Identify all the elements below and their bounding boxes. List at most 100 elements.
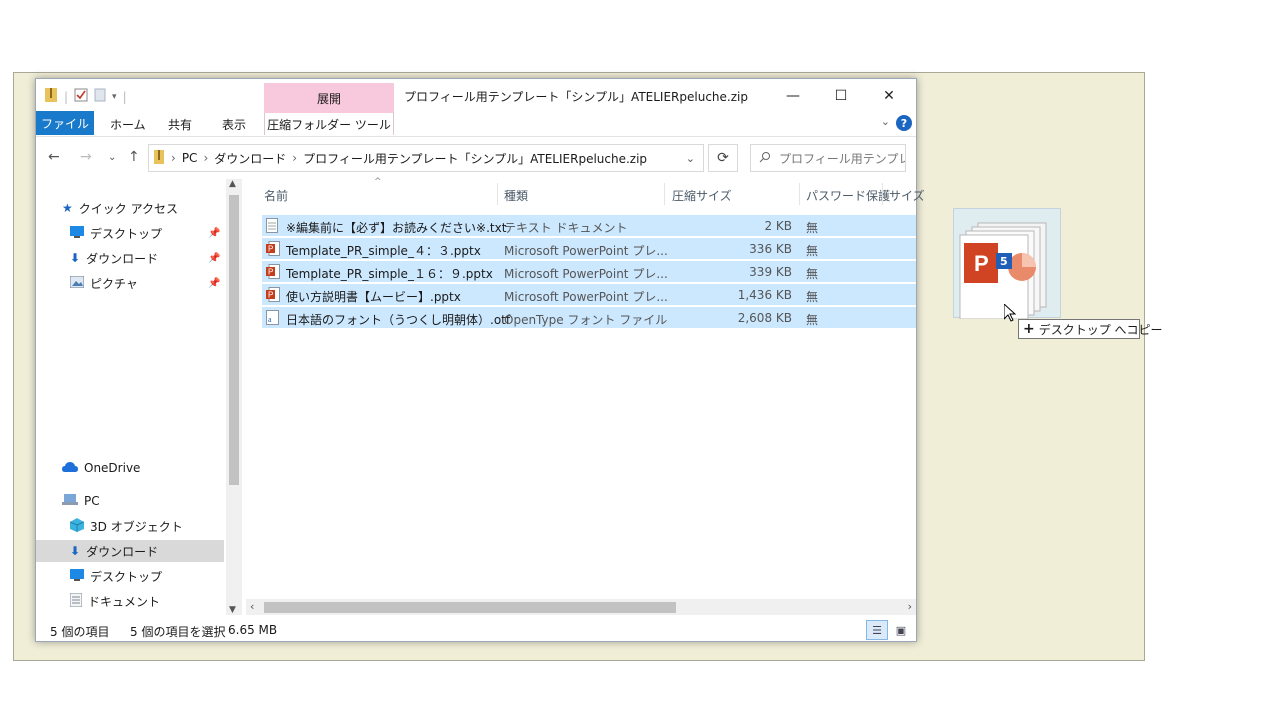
ribbon-tabs: ファイル ホーム 共有 表示 圧縮フォルダー ツール ⌄ ? (36, 111, 916, 137)
table-row[interactable]: ※編集前に【必ず】お読みください※.txt テキスト ドキュメント 2 KB 無 (262, 215, 916, 237)
customize-toolbar-icon[interactable]: ▾ (112, 92, 117, 102)
context-tab-extract[interactable]: 展開 (264, 83, 394, 113)
nav-item-downloads[interactable]: ⬇ ダウンロード (70, 247, 158, 269)
nav-item-3d-objects[interactable]: 3D オブジェクト (69, 515, 183, 537)
sort-ascending-icon: ^ (374, 177, 382, 187)
svg-text:a: a (268, 315, 272, 324)
file-password: 無 (806, 313, 819, 327)
tab-file[interactable]: ファイル (36, 111, 94, 135)
quick-access-toolbar: | ▾ | (44, 87, 127, 106)
toolbar-separator: | (122, 89, 127, 104)
nav-item-quick-access[interactable]: ★ クイック アクセス (62, 197, 178, 219)
nav-item-pictures[interactable]: ピクチャ (69, 272, 138, 294)
tab-view[interactable]: 表示 (222, 113, 246, 135)
table-row[interactable]: P Template_PR_simple_４：３.pptx Microsoft … (262, 238, 916, 260)
powerpoint-file-icon: P (266, 287, 280, 303)
maximize-button[interactable]: ☐ (818, 83, 864, 109)
file-compressed-size: 1,436 KB (737, 288, 792, 302)
powerpoint-file-icon: P (266, 264, 280, 280)
breadcrumb-zip[interactable]: プロフィール用テンプレート「シンプル」ATELIERpeluche.zip (303, 150, 647, 167)
nav-item-label: デスクトップ (90, 226, 163, 241)
column-header-type[interactable]: 種類 (504, 187, 528, 204)
file-compressed-size: 336 KB (749, 242, 792, 256)
breadcrumb-pc[interactable]: PC (182, 151, 198, 165)
nav-item-label: ダウンロード (86, 544, 159, 559)
file-type: テキスト ドキュメント (504, 221, 628, 235)
recent-locations-icon[interactable]: ⌄ (108, 152, 116, 163)
text-file-icon (266, 218, 280, 234)
help-icon[interactable]: ? (896, 115, 912, 131)
pin-icon: 📌 (208, 278, 221, 289)
column-header-compressed-size[interactable]: 圧縮サイズ (672, 187, 732, 204)
nav-item-onedrive[interactable]: OneDrive (62, 457, 140, 479)
file-type: OpenType フォント ファイル (504, 313, 668, 327)
breadcrumb-separator-icon: › (292, 151, 298, 165)
font-file-icon: a (266, 310, 280, 326)
file-password: 無 (806, 267, 819, 281)
svg-text:P: P (268, 245, 273, 254)
scroll-up-icon[interactable]: ▲ (229, 179, 236, 189)
column-header-size[interactable]: サイズ (889, 187, 925, 204)
column-separator[interactable] (882, 183, 883, 205)
up-arrow-icon[interactable]: ↑ (128, 149, 140, 165)
tab-share[interactable]: 共有 (168, 113, 192, 135)
back-arrow-icon[interactable]: ← (48, 149, 60, 165)
file-password: 無 (806, 221, 819, 235)
drag-tooltip: + デスクトップ へコピー (1018, 319, 1163, 339)
pin-icon: 📌 (208, 228, 221, 239)
file-password: 無 (806, 244, 819, 258)
address-dropdown-icon[interactable]: ⌄ (686, 152, 695, 165)
desktop-icon (70, 225, 84, 241)
forward-arrow-icon[interactable]: → (80, 149, 92, 165)
star-icon: ★ (62, 201, 73, 215)
scroll-right-icon[interactable]: › (908, 600, 912, 613)
search-icon (759, 151, 771, 166)
file-compressed-size: 2,608 KB (737, 311, 792, 325)
horizontal-scroll-thumb[interactable] (264, 602, 676, 613)
table-row[interactable]: a 日本語のフォント（うつくし明朝体）.otf OpenType フォント ファ… (262, 307, 916, 329)
svg-text:P: P (268, 268, 273, 277)
svg-text:P: P (268, 291, 273, 300)
nav-item-desktop[interactable]: デスクトップ (70, 222, 162, 244)
toolbar-separator: | (64, 89, 69, 104)
minimize-button[interactable]: — (770, 83, 816, 109)
table-row[interactable]: P 使い方説明書【ムービー】.pptx Microsoft PowerPoint… (262, 284, 916, 306)
zip-folder-icon (44, 87, 58, 106)
file-name: ※編集前に【必ず】お読みください※.txt (286, 221, 507, 235)
details-view-icon[interactable]: ☰ (866, 620, 888, 640)
nav-item-label: PC (84, 494, 100, 508)
table-row[interactable]: P Template_PR_simple_１６：９.pptx Microsoft… (262, 261, 916, 283)
pc-icon (62, 493, 78, 509)
new-folder-icon[interactable] (94, 88, 106, 105)
scroll-down-icon[interactable]: ▼ (229, 605, 236, 615)
file-name: 使い方説明書【ムービー】.pptx (286, 290, 461, 304)
desktop-icon (70, 568, 84, 584)
refresh-icon[interactable]: ⟳ (708, 144, 738, 172)
nav-pane-scrollbar[interactable]: ▲ ▼ (226, 179, 242, 615)
file-name: 日本語のフォント（うつくし明朝体）.otf (286, 313, 511, 327)
address-bar[interactable]: › PC › ダウンロード › プロフィール用テンプレート「シンプル」ATELI… (148, 144, 704, 172)
nav-item-label: ドキュメント (88, 594, 161, 609)
expand-ribbon-icon[interactable]: ⌄ (881, 115, 890, 128)
file-list-horizontal-scrollbar[interactable]: ‹ › (246, 599, 916, 615)
status-selection-size: 6.65 MB (228, 623, 278, 637)
nav-item-downloads-selected[interactable]: ⬇ ダウンロード (36, 540, 224, 562)
column-separator[interactable] (664, 183, 665, 205)
plus-icon: + (1023, 321, 1035, 337)
nav-pane-scroll-thumb[interactable] (229, 195, 239, 485)
tab-home[interactable]: ホーム (110, 113, 146, 135)
search-input[interactable]: プロフィール用テンプレ... (750, 144, 906, 172)
nav-item-pc[interactable]: PC (62, 490, 100, 512)
tab-compressed-folder-tools[interactable]: 圧縮フォルダー ツール (264, 113, 394, 135)
nav-item-documents[interactable]: ドキュメント (69, 590, 161, 612)
properties-icon[interactable] (74, 88, 88, 105)
column-header-name[interactable]: 名前 (264, 187, 288, 204)
column-separator[interactable] (799, 183, 800, 205)
column-separator[interactable] (497, 183, 498, 205)
close-button[interactable]: ✕ (866, 83, 912, 109)
scroll-left-icon[interactable]: ‹ (250, 600, 254, 613)
column-header-password[interactable]: パスワード保護 (806, 187, 890, 204)
breadcrumb-downloads[interactable]: ダウンロード (214, 150, 286, 167)
large-icons-view-icon[interactable]: ▣ (890, 620, 912, 640)
nav-item-desktop-pc[interactable]: デスクトップ (70, 565, 162, 587)
